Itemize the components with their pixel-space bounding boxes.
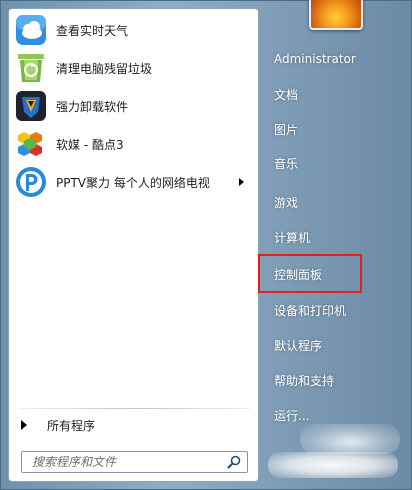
program-label: 软媒 - 酷点3 bbox=[56, 137, 124, 152]
right-item-label: Administrator bbox=[274, 52, 356, 66]
shutdown-button[interactable] bbox=[268, 452, 398, 478]
right-item-label: 帮助和支持 bbox=[274, 373, 335, 388]
devices-printers-item[interactable]: 设备和打印机 bbox=[262, 295, 402, 325]
search-input[interactable] bbox=[30, 454, 224, 470]
search-icon[interactable] bbox=[227, 455, 241, 469]
music-item[interactable]: 音乐 bbox=[262, 148, 402, 178]
program-label: 清理电脑残留垃圾 bbox=[56, 61, 153, 76]
right-item-label: 运行... bbox=[274, 408, 310, 423]
help-support-item[interactable]: 帮助和支持 bbox=[262, 365, 402, 395]
cubes-icon bbox=[15, 128, 47, 160]
program-weather[interactable]: 查看实时天气 bbox=[11, 12, 256, 48]
right-item-label: 文档 bbox=[274, 87, 299, 102]
games-item[interactable]: 游戏 bbox=[262, 187, 402, 217]
uninstall-icon bbox=[15, 90, 47, 122]
right-item-label: 设备和打印机 bbox=[274, 303, 347, 318]
program-label: PPTV聚力 每个人的网络电视 bbox=[56, 175, 210, 190]
programs-pane: 查看实时天气 清理电脑残留垃圾 强力卸载软件 软媒 - 酷点3 PPTV聚力 每… bbox=[8, 8, 259, 482]
right-item-label: 音乐 bbox=[274, 156, 299, 171]
submenu-arrow-icon[interactable] bbox=[239, 178, 244, 186]
program-kudian[interactable]: 软媒 - 酷点3 bbox=[11, 126, 256, 162]
user-name-item[interactable]: Administrator bbox=[262, 44, 402, 74]
arrow-right-icon bbox=[21, 420, 27, 430]
right-item-label: 图片 bbox=[274, 122, 299, 137]
weather-icon bbox=[15, 14, 47, 46]
default-programs-item[interactable]: 默认程序 bbox=[262, 330, 402, 360]
right-item-label: 默认程序 bbox=[274, 338, 323, 353]
computer-item[interactable]: 计算机 bbox=[262, 222, 402, 252]
search-box[interactable] bbox=[21, 451, 248, 473]
highlight-box bbox=[258, 254, 362, 293]
right-item-label: 游戏 bbox=[274, 195, 299, 210]
recycle-bin-icon bbox=[15, 52, 47, 84]
divider bbox=[19, 408, 250, 409]
documents-item[interactable]: 文档 bbox=[262, 79, 402, 109]
program-uninstall[interactable]: 强力卸载软件 bbox=[11, 88, 256, 124]
user-avatar[interactable] bbox=[309, 0, 363, 30]
program-cleanup[interactable]: 清理电脑残留垃圾 bbox=[11, 50, 256, 86]
blurred-area bbox=[300, 424, 400, 454]
program-label: 查看实时天气 bbox=[56, 23, 129, 38]
pictures-item[interactable]: 图片 bbox=[262, 114, 402, 144]
right-item-label: 计算机 bbox=[274, 230, 311, 245]
all-programs-button[interactable]: 所有程序 bbox=[13, 413, 253, 437]
program-label: 强力卸载软件 bbox=[56, 99, 129, 114]
all-programs-label: 所有程序 bbox=[47, 418, 96, 433]
program-pptv[interactable]: PPTV聚力 每个人的网络电视 bbox=[11, 164, 256, 200]
pptv-icon bbox=[15, 166, 47, 198]
